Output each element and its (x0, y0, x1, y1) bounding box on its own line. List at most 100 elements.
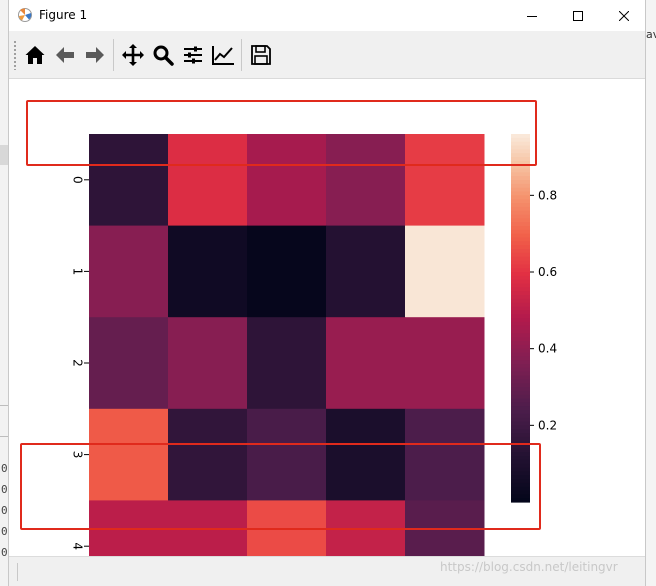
status-grip (17, 563, 18, 581)
colorbar-segment (511, 203, 530, 208)
colorbar-segment (511, 241, 530, 246)
colorbar-segment (511, 214, 530, 219)
colorbar-segment (511, 367, 530, 373)
close-button[interactable] (601, 0, 647, 31)
colorbar-segment (511, 295, 530, 300)
colorbar-segment (511, 279, 530, 285)
heatmap-cell (89, 225, 169, 318)
colorbar-segment (511, 375, 530, 380)
window-title: Figure 1 (39, 8, 88, 22)
colorbar-segment (511, 344, 530, 350)
colorbar-segment (511, 229, 530, 235)
toolbar-grip[interactable] (13, 40, 17, 70)
colorbar-segment (511, 260, 530, 265)
colorbar-tick-label: 0.6 (538, 265, 557, 279)
home-button[interactable] (21, 41, 49, 69)
colorbar-segment (511, 329, 530, 334)
colorbar-segment (511, 421, 530, 426)
y-tick-label: 4 (71, 542, 85, 550)
forward-button[interactable] (81, 41, 109, 69)
forward-icon (86, 47, 104, 63)
background-ide-right (646, 0, 656, 586)
colorbar-segment (511, 233, 530, 239)
save-button[interactable] (247, 41, 275, 69)
colorbar-segment (511, 379, 530, 384)
colorbar-segment (511, 341, 530, 346)
colorbar-segment (511, 333, 530, 338)
colorbar-segment (511, 187, 530, 193)
colorbar-segment (511, 425, 530, 430)
colorbar-segment (511, 314, 530, 319)
navigation-toolbar (9, 31, 645, 79)
minimize-icon (527, 15, 537, 17)
colorbar-tick-label: 0.2 (538, 418, 557, 432)
colorbar-segment (511, 256, 530, 262)
colorbar-segment (511, 429, 530, 434)
heatmap-cell (405, 225, 485, 318)
colorbar-segment (511, 417, 530, 423)
colorbar-segment (511, 356, 530, 361)
y-tick-label: 2 (71, 359, 85, 367)
colorbar-segment (511, 226, 530, 231)
annotation-box-top (26, 100, 537, 166)
colorbar-segment (511, 383, 530, 388)
colorbar-segment (511, 325, 530, 331)
zoom-button[interactable] (149, 41, 177, 69)
colorbar-segment (511, 310, 530, 315)
colorbar-segment (511, 387, 530, 392)
heatmap-cell (405, 317, 485, 410)
toolbar-separator (241, 39, 242, 71)
colorbar-segment (511, 268, 530, 273)
colorbar-segment (511, 218, 530, 223)
colorbar-segment (511, 402, 530, 407)
home-icon (25, 46, 45, 64)
minimize-button[interactable] (509, 0, 555, 31)
colorbar-segment (511, 272, 530, 277)
colorbar-segment (511, 410, 530, 415)
back-button[interactable] (51, 41, 79, 69)
heatmap-cell (326, 317, 406, 410)
heatmap-cell (168, 317, 248, 410)
colorbar-segment (511, 390, 530, 396)
colorbar-segment (511, 245, 530, 250)
colorbar-segment (511, 287, 530, 292)
colorbar-segment (511, 364, 530, 369)
heatmap-cell (89, 317, 169, 410)
colorbar-segment (511, 237, 530, 242)
colorbar-segment (511, 394, 530, 400)
edit-axis-button[interactable] (209, 41, 237, 69)
colorbar-segment (511, 306, 530, 311)
heatmap-cell (247, 317, 327, 410)
colorbar-segment (511, 337, 530, 342)
close-icon (619, 10, 629, 21)
maximize-button[interactable] (555, 0, 601, 31)
title-bar[interactable]: Figure 1 (9, 0, 645, 31)
heatmap-cell (326, 225, 406, 318)
colorbar-segment (511, 283, 530, 288)
colorbar-segment (511, 252, 530, 258)
colorbar-segment (511, 436, 530, 442)
zoom-icon (153, 45, 174, 66)
colorbar-segment (511, 206, 530, 212)
colorbar-segment (511, 302, 530, 308)
pan-icon (122, 44, 144, 66)
y-tick-label: 1 (71, 268, 85, 276)
colorbar-segment (511, 318, 530, 323)
colorbar-segment (511, 433, 530, 438)
colorbar-segment (511, 321, 530, 327)
colorbar-segment (511, 291, 530, 296)
back-icon (56, 47, 74, 63)
colorbar-segment (511, 168, 530, 173)
colorbar-segment (511, 275, 530, 281)
colorbar-segment (511, 210, 530, 216)
background-ide-text: av (646, 28, 656, 41)
colorbar-segment (511, 195, 530, 200)
colorbar-segment (511, 199, 530, 204)
save-icon (251, 45, 271, 65)
colorbar-segment (511, 222, 530, 227)
subplots-icon (184, 46, 202, 64)
colorbar-tick-label: 0.8 (538, 188, 557, 202)
pan-button[interactable] (119, 41, 147, 69)
subplots-button[interactable] (179, 41, 207, 69)
edit-axis-icon (212, 46, 234, 65)
